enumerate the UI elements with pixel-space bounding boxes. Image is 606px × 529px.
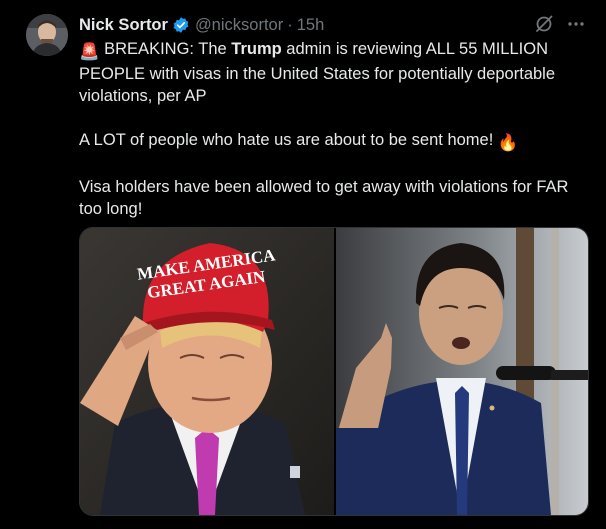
avatar[interactable] <box>26 14 68 56</box>
grok-icon[interactable] <box>534 14 554 34</box>
post-paragraph-3: Visa holders have been allowed to get aw… <box>79 178 569 218</box>
post-media[interactable]: MAKE AMERICA GREAT AGAIN <box>79 227 589 516</box>
post-line1-prefix: BREAKING: The <box>99 40 232 58</box>
photo-rubio-image <box>336 228 588 515</box>
photo-trump-image: MAKE AMERICA GREAT AGAIN <box>80 228 334 515</box>
post-header: Nick Sortor @nicksortor · 15h <box>79 14 586 36</box>
photo-right[interactable] <box>336 228 588 515</box>
separator-dot: · <box>287 15 293 34</box>
author-handle[interactable]: @nicksortor <box>195 16 283 35</box>
author-name[interactable]: Nick Sortor <box>79 16 168 35</box>
tweet: Nick Sortor @nicksortor · 15h 🚨 BREAKING… <box>0 0 606 529</box>
post-line1-bold: Trump <box>231 40 282 58</box>
photo-left[interactable]: MAKE AMERICA GREAT AGAIN <box>80 228 334 515</box>
post-time[interactable]: 15h <box>297 16 325 35</box>
siren-emoji: 🚨 <box>79 43 100 61</box>
post-paragraph-1: 🚨 BREAKING: The Trump admin is reviewing… <box>79 38 589 107</box>
post-paragraph-2: A LOT of people who hate us are about to… <box>79 129 589 154</box>
avatar-image <box>26 14 68 56</box>
post-text: 🚨 BREAKING: The Trump admin is reviewing… <box>79 38 589 220</box>
post-para2-text: A LOT of people who hate us are about to… <box>79 131 498 149</box>
verified-badge-icon <box>172 16 190 34</box>
more-options-icon[interactable] <box>566 14 586 34</box>
post-actions <box>534 14 586 34</box>
fire-emoji: 🔥 <box>497 134 519 152</box>
